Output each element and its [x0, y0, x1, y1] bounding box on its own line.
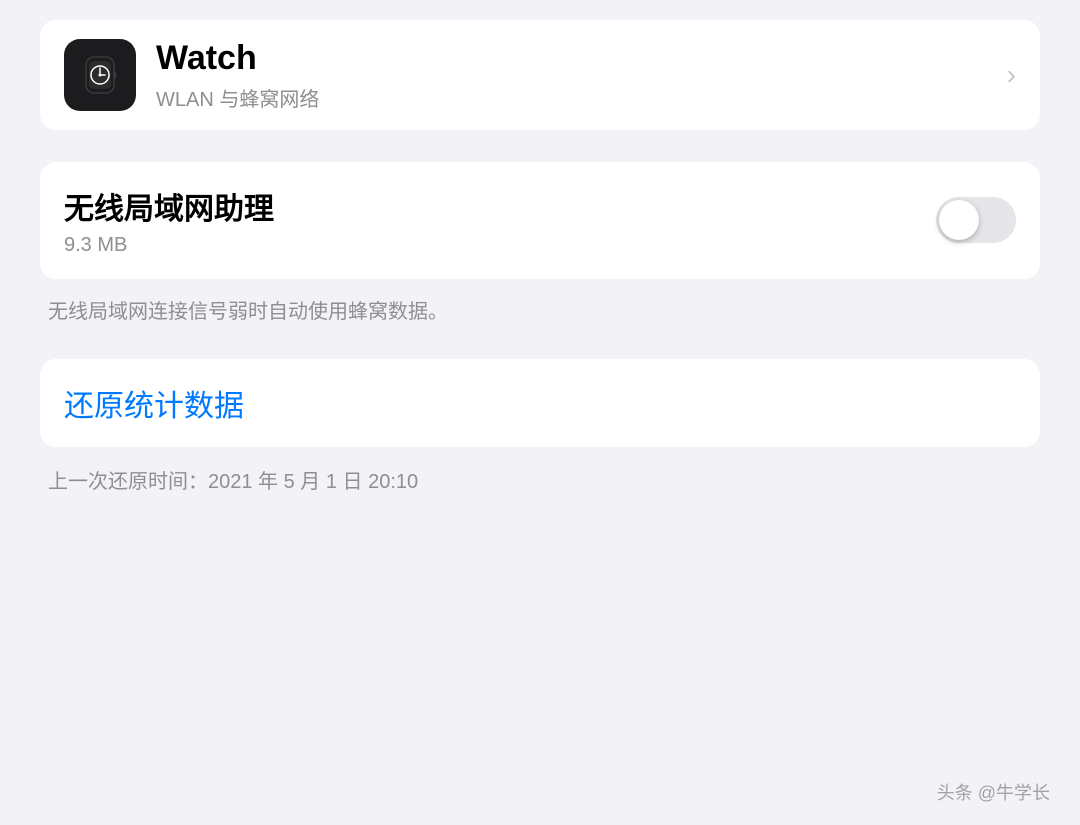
- wlan-assist-title: 无线局域网助理: [64, 184, 274, 228]
- reset-card[interactable]: 还原统计数据: [40, 359, 1040, 447]
- last-reset-text: 上一次还原时间：2021 年 5 月 1 日 20:10: [40, 465, 1040, 494]
- wlan-assist-size: 9.3 MB: [64, 234, 274, 257]
- wlan-assist-card: 无线局域网助理 9.3 MB: [40, 162, 1040, 279]
- watch-app-icon: [64, 39, 136, 111]
- watch-app-name: Watch: [156, 38, 319, 79]
- wlan-assist-description: 无线局域网连接信号弱时自动使用蜂窝数据。: [40, 297, 1040, 327]
- watch-app-subtitle: WLAN 与蜂窝网络: [156, 83, 319, 112]
- reset-statistics-link[interactable]: 还原统计数据: [64, 390, 244, 423]
- chevron-right-icon: ›: [1007, 59, 1016, 91]
- wlan-assist-row: 无线局域网助理 9.3 MB: [64, 184, 1016, 257]
- wlan-assist-text: 无线局域网助理 9.3 MB: [64, 184, 274, 257]
- wlan-assist-toggle[interactable]: [936, 197, 1016, 243]
- page-container: Watch WLAN 与蜂窝网络 › 无线局域网助理 9.3 MB 无线局域网连…: [0, 0, 1080, 825]
- watch-left: Watch WLAN 与蜂窝网络: [64, 38, 319, 112]
- watch-app-row[interactable]: Watch WLAN 与蜂窝网络 ›: [40, 20, 1040, 130]
- watch-info: Watch WLAN 与蜂窝网络: [156, 38, 319, 112]
- watermark: 头条 @牛学长: [937, 779, 1050, 805]
- toggle-knob: [939, 200, 979, 240]
